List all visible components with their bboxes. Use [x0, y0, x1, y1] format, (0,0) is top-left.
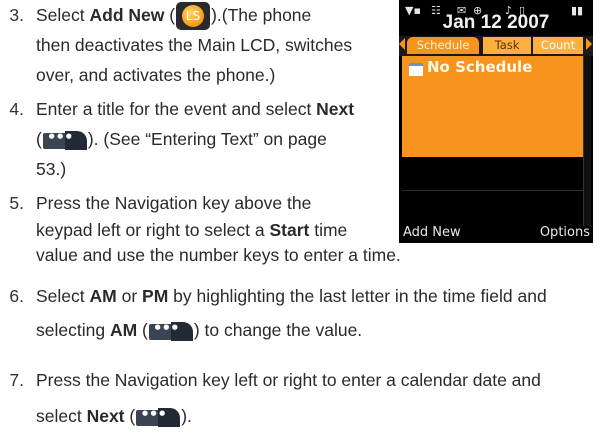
softkey-options[interactable]: Options — [540, 225, 590, 240]
divider — [402, 190, 583, 191]
step-line: Select Add New ( LS ).(The phone — [36, 0, 352, 31]
bold-term: Start — [269, 220, 310, 240]
step-line: Enter a title for the event and select N… — [36, 94, 354, 124]
tab-bar: Schedule Task Count — [399, 36, 593, 56]
step-line: (••• ). (See “Entering Text” on page — [36, 124, 354, 154]
scrollbar[interactable] — [583, 56, 591, 226]
softkey-glyph: ••• — [152, 318, 180, 337]
text: or — [116, 286, 143, 306]
date-header: Jan 12 2007 — [442, 12, 550, 33]
text: by highlighting the last letter in the t… — [168, 286, 547, 306]
step-line: Press the Navigation key above the — [36, 193, 312, 213]
text: ). (See “Entering Text” on page — [87, 129, 327, 149]
softkey-glyph: ••• — [46, 127, 74, 146]
text: ).(The phone — [211, 5, 312, 25]
ls-key-icon: LS — [176, 2, 211, 31]
step-line: then deactivates the Main LCD, switches — [36, 35, 353, 55]
tab-count[interactable]: Count — [533, 37, 583, 54]
softkey-icon: ••• — [148, 319, 193, 341]
step-number: 7. — [9, 370, 24, 390]
bold-term: Add New — [89, 5, 165, 25]
bold-term: AM — [109, 320, 138, 340]
step-line: Select AM or PM by highlighting the last… — [36, 281, 547, 311]
softkey-icon: ••• — [42, 128, 87, 150]
step-body: Press the Navigation key above the keypa… — [36, 188, 401, 268]
calendar-icon — [409, 63, 423, 76]
text: select — [36, 406, 87, 426]
text: ) to change the value. — [193, 320, 363, 340]
step-line: Press the Navigation key left or right t… — [36, 370, 541, 390]
step-number: 4. — [9, 99, 24, 119]
bold-term: Next — [86, 406, 125, 426]
step-line: value and use the number keys to enter a… — [36, 245, 401, 265]
step-line: select Next (•••). — [36, 401, 541, 431]
text: ( — [164, 5, 176, 25]
softkey-glyph: ••• — [140, 404, 167, 423]
tab-task[interactable]: Task — [483, 37, 531, 54]
tab-right-arrow-icon[interactable] — [586, 38, 592, 50]
text: time — [309, 220, 348, 240]
text: ( — [137, 320, 148, 340]
softkey-icon: ••• — [136, 405, 181, 427]
no-schedule-text: No Schedule — [427, 58, 533, 76]
text: Select — [36, 286, 90, 306]
tab-left-arrow-icon[interactable] — [399, 38, 405, 50]
bold-term: AM — [89, 286, 117, 306]
softkey-add-new[interactable]: Add New — [403, 225, 461, 240]
step-number: 5. — [9, 193, 24, 213]
step-line: 53.) — [36, 159, 67, 179]
text: ( — [124, 406, 136, 426]
step-line: over, and activates the phone.) — [36, 65, 276, 85]
step-body: Select Add New ( LS ).(The phone then deac… — [36, 0, 352, 90]
ls-key-label: LS — [185, 9, 201, 24]
text: ( — [36, 129, 42, 149]
step-body: Select AM or PM by highlighting the last… — [36, 281, 547, 345]
text: selecting — [36, 320, 110, 340]
step-body: Enter a title for the event and select N… — [36, 94, 354, 184]
step-number: 3. — [9, 5, 24, 25]
text: ). — [181, 406, 192, 426]
text: Select — [36, 5, 90, 25]
text: Enter a title for the event and select — [36, 99, 317, 119]
bold-term: PM — [142, 286, 169, 306]
phone-screen: ▼▪ ☷ ✉ ⊕ ♪ ▯ ▮▮ Jan 12 2007 Schedule Tas… — [399, 0, 593, 243]
step-line: selecting AM (••• ) to change the value. — [36, 315, 547, 345]
tab-schedule[interactable]: Schedule — [407, 37, 479, 54]
bold-term: Next — [316, 99, 355, 119]
step-body: Press the Navigation key left or right t… — [36, 365, 541, 431]
step-line: keypad left or right to select a Start t… — [36, 218, 401, 243]
text: keypad left or right to select a — [36, 220, 270, 240]
step-number: 6. — [9, 286, 24, 306]
